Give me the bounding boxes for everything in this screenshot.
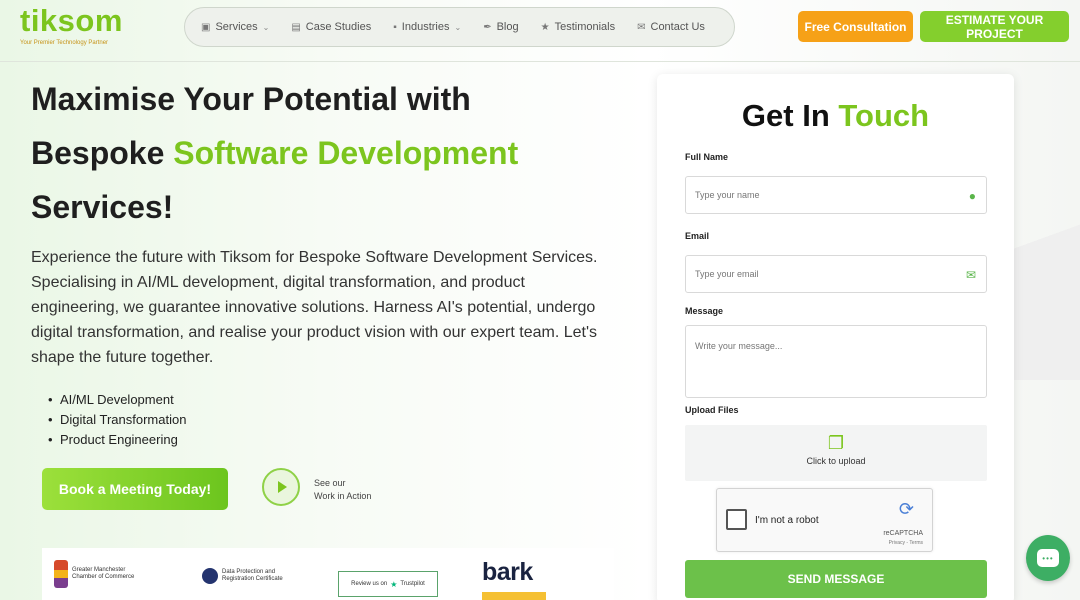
play-icon [278, 481, 287, 493]
play-video-button[interactable] [262, 468, 300, 506]
hero-title: Maximise Your Potential with Bespoke Sof… [31, 72, 611, 234]
see-work-line1: See our [314, 478, 346, 488]
nav-case-studies-label: Case Studies [305, 21, 372, 33]
services-list: AI/ML Development Digital Transformation… [48, 390, 186, 450]
recaptcha-terms[interactable]: Privacy - Terms [889, 540, 923, 546]
recaptcha-brand: reCAPTCHA [883, 530, 923, 537]
message-label: Message [685, 306, 724, 316]
recaptcha-checkbox[interactable] [726, 509, 747, 530]
email-field-box: ✉ [685, 255, 987, 293]
upload-file-icon: ❐ [827, 433, 845, 453]
partner-logos: Greater Manchester Chamber of Commerce D… [42, 548, 614, 600]
hero-description: Experience the future with Tiksom for Be… [31, 249, 598, 366]
chevron-down-icon: ⌄ [262, 22, 270, 32]
email-label: Email [685, 231, 710, 241]
dpr-logo: Data Protection and Registration Certifi… [202, 568, 284, 584]
nav-testimonials[interactable]: ★ Testimonials [541, 21, 616, 33]
envelope-icon: ✉ [637, 21, 646, 33]
logo-tagline: Your Premier Technology Partner [20, 40, 109, 46]
hero-title-line1: Maximise Your Potential with [31, 81, 471, 117]
main-nav: ▣ Services ⌄ ▤ Case Studies ▪ Industries… [184, 7, 735, 47]
hero-title-line2a: Bespoke [31, 135, 174, 171]
feather-icon: ✒ [483, 21, 492, 33]
estimate-project-button[interactable]: ESTIMATE YOUR PROJECT [920, 11, 1069, 42]
briefcase-icon: ▣ [201, 21, 211, 33]
upload-text: Click to upload [806, 456, 866, 466]
recaptcha-widget: I'm not a robot ⟳ reCAPTCHA Privacy - Te… [716, 488, 933, 552]
book-icon: ▤ [291, 21, 301, 33]
form-title: Get In Touch [657, 98, 1014, 134]
message-textarea[interactable] [686, 326, 946, 394]
contact-form-card: Get In Touch Full Name ● Email ✉ Message… [657, 74, 1014, 600]
trustpilot-name: Trustpilot [400, 580, 425, 587]
dpr-seal-icon [202, 568, 218, 584]
hero-title-line3: Services! [31, 189, 174, 225]
see-work-line2: Work in Action [314, 491, 372, 501]
bark-rating-stars [482, 592, 546, 600]
name-input[interactable] [686, 177, 946, 213]
list-item: Product Engineering [48, 430, 186, 450]
nav-industries-label: Industries [401, 21, 450, 33]
nav-blog[interactable]: ✒ Blog [483, 21, 518, 33]
star-icon: ★ [540, 21, 550, 33]
nav-case-studies[interactable]: ▤ Case Studies [291, 21, 371, 33]
chamber-mark-icon [54, 560, 68, 588]
upload-dropzone[interactable]: ❐ Click to upload [685, 425, 987, 481]
chamber-logo: Greater Manchester Chamber of Commerce [54, 560, 142, 588]
factory-icon: ▪ [393, 21, 397, 33]
envelope-icon: ✉ [965, 268, 976, 282]
nav-industries[interactable]: ▪ Industries ⌄ [393, 21, 461, 33]
hero-title-highlight: Software Development [173, 135, 519, 171]
book-meeting-button[interactable]: Book a Meeting Today! [42, 468, 228, 510]
chat-widget-button[interactable]: ••• [1026, 535, 1070, 581]
full-name-label: Full Name [685, 152, 729, 162]
chevron-down-icon: ⌄ [454, 22, 462, 32]
upload-label: Upload Files [685, 405, 739, 415]
message-field-box [685, 325, 987, 398]
hero-title-line2: Bespoke Software Development [31, 126, 611, 180]
nav-services-label: Services [215, 21, 258, 33]
trustpilot-star-icon: ★ [390, 579, 398, 589]
free-consultation-button[interactable]: Free Consultation [798, 11, 913, 42]
logo-word: tiksom [20, 3, 123, 38]
bark-logo: bark [482, 558, 533, 586]
nav-testimonials-label: Testimonials [554, 21, 616, 33]
email-input[interactable] [686, 256, 946, 292]
nav-blog-label: Blog [496, 21, 519, 33]
logo[interactable]: tiksom Your Premier Technology Partner [20, 3, 123, 47]
see-work-link[interactable]: See our Work in Action [314, 477, 371, 503]
form-title-highlight: Touch [838, 98, 930, 133]
nav-services[interactable]: ▣ Services ⌄ [201, 21, 269, 33]
list-item: Digital Transformation [48, 410, 186, 430]
list-item: AI/ML Development [48, 390, 186, 410]
header: tiksom Your Premier Technology Partner ▣… [0, 0, 1080, 62]
user-icon: ● [968, 189, 976, 203]
name-field-box: ● [685, 176, 987, 214]
nav-contact[interactable]: ✉ Contact Us [637, 21, 705, 33]
nav-contact-label: Contact Us [650, 21, 705, 33]
chamber-text: Greater Manchester Chamber of Commerce [72, 567, 135, 580]
send-message-button[interactable]: SEND MESSAGE [685, 560, 987, 598]
chat-icon: ••• [1037, 549, 1059, 567]
recaptcha-label: I'm not a robot [755, 515, 819, 526]
form-title-a: Get In [741, 98, 839, 133]
trustpilot-prefix: Review us on [351, 580, 388, 587]
dpr-text: Data Protection and Registration Certifi… [222, 569, 283, 582]
recaptcha-logo-icon: ⟳ [898, 499, 914, 519]
trustpilot-badge[interactable]: Review us on ★ Trustpilot [338, 571, 438, 597]
